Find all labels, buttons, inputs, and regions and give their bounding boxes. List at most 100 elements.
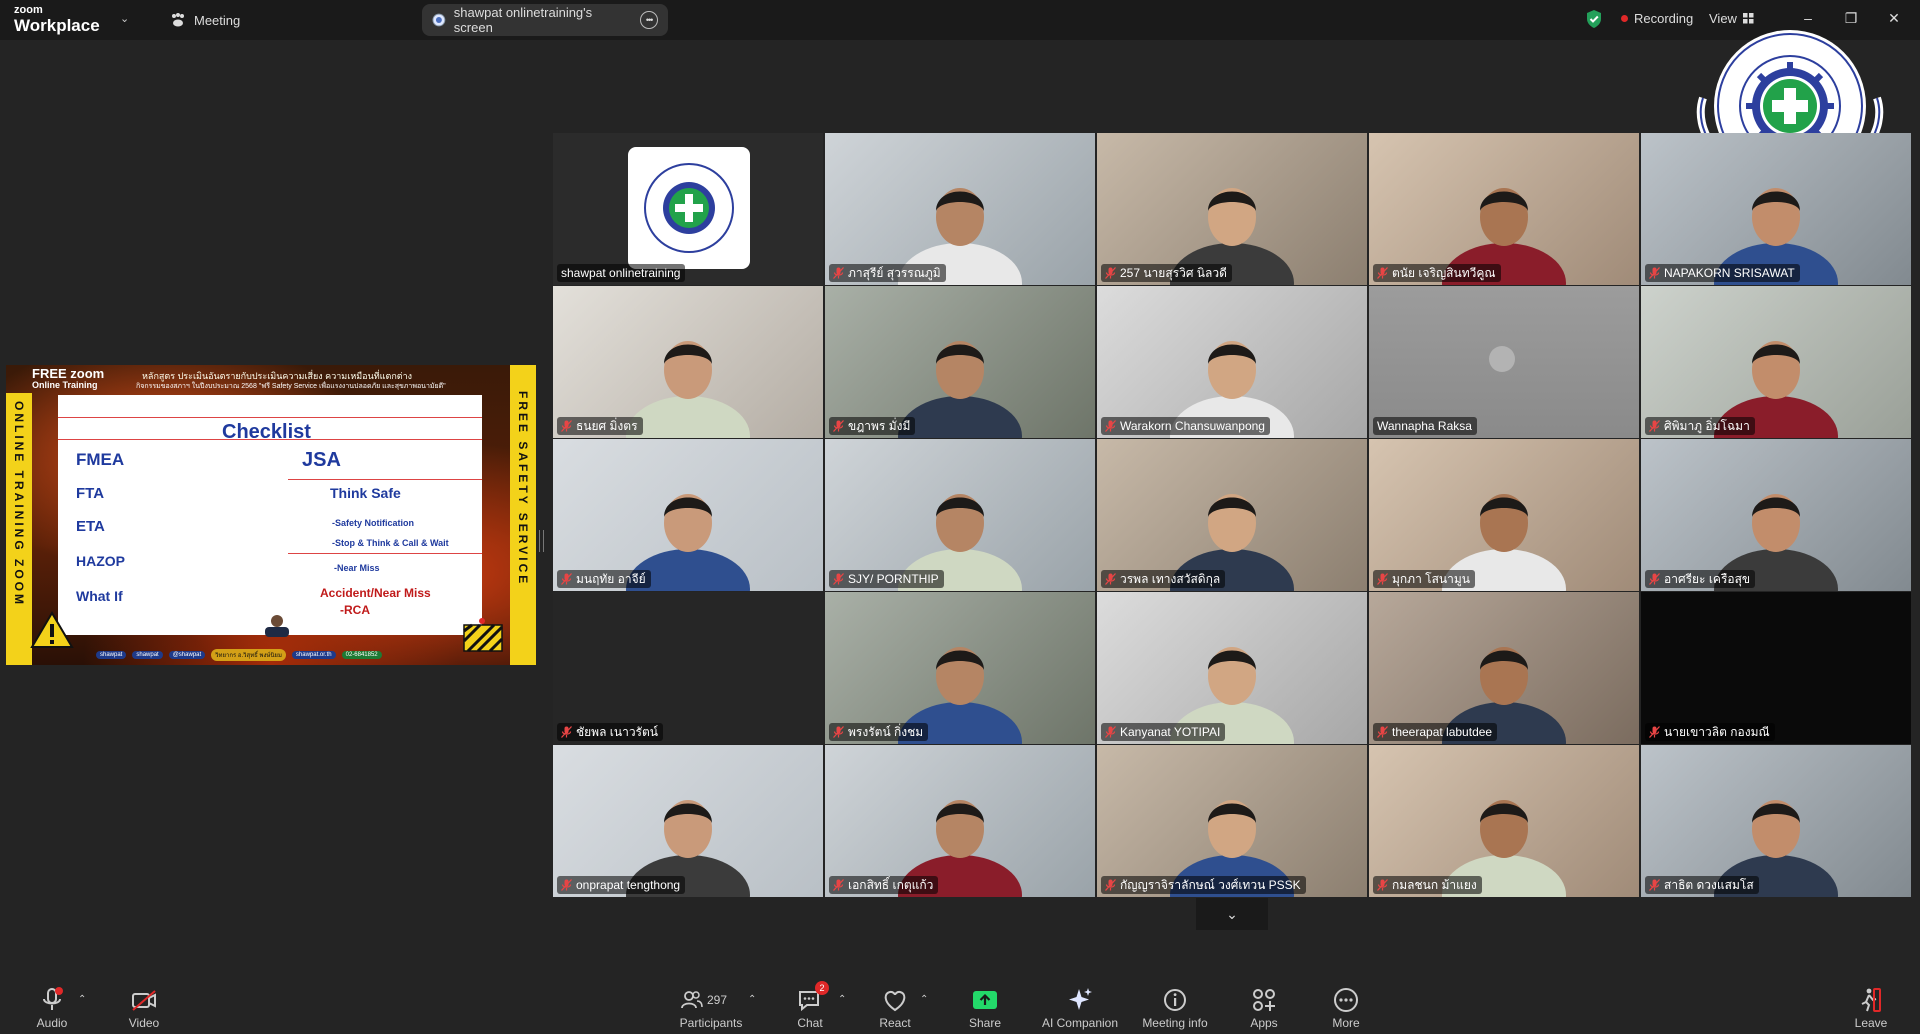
meeting-info-button[interactable]: Meeting info	[1135, 976, 1215, 1034]
participant-tile[interactable]: onprapat tengthong	[553, 745, 823, 897]
splitter-handle[interactable]	[539, 530, 544, 552]
participant-tile[interactable]: Warakorn Chansuwanpong	[1097, 286, 1367, 438]
tab-shared-screen[interactable]: shawpat onlinetraining's screen •••	[422, 4, 668, 36]
board-left-item: What If	[76, 588, 123, 604]
restore-icon[interactable]: ❐	[1843, 10, 1859, 26]
participant-tile[interactable]: พรงรัตน์ กิ่งชม	[825, 592, 1095, 744]
participant-name-label: ศิพิมาภู อิ่มโฉมา	[1645, 417, 1755, 435]
video-feed	[553, 745, 823, 897]
participant-tile[interactable]: วรพล เทางสวัสดิกุล	[1097, 439, 1367, 591]
participant-name: shawpat onlinetraining	[561, 266, 681, 280]
participant-name: onprapat tengthong	[576, 878, 681, 892]
brand-workplace: Workplace	[14, 16, 100, 35]
participant-tile[interactable]: กมลชนก ม้าแยง	[1369, 745, 1639, 897]
more-button[interactable]: More	[1306, 976, 1386, 1034]
react-button[interactable]: React	[855, 976, 935, 1034]
participant-tile[interactable]: Kanyanat YOTIPAI	[1097, 592, 1367, 744]
participant-tile[interactable]: มนฤทัย อาจีย์	[553, 439, 823, 591]
participant-name: Kanyanat YOTIPAI	[1120, 725, 1221, 739]
more-options-icon[interactable]: •••	[640, 11, 658, 29]
collapse-gallery-button[interactable]: ⌄	[1196, 898, 1268, 930]
tab-meeting-label: Meeting	[194, 12, 241, 28]
apps-button[interactable]: Apps	[1224, 976, 1304, 1034]
video-feed	[1369, 286, 1639, 438]
participant-name: พรงรัตน์ กิ่งชม	[848, 724, 924, 739]
microphone-muted-icon	[1377, 573, 1388, 585]
participant-tile[interactable]: ธนยศ มิ่งตร	[553, 286, 823, 438]
participant-tile[interactable]: shawpat onlinetraining	[553, 133, 823, 285]
leave-button[interactable]: Leave	[1831, 976, 1911, 1034]
encryption-shield-icon[interactable]	[1585, 9, 1603, 29]
participant-name: ศิพิมาภู อิ่มโฉมา	[1664, 418, 1750, 433]
minimize-icon[interactable]: –	[1800, 10, 1816, 26]
apps-icon	[1253, 989, 1275, 1011]
video-feed	[1097, 133, 1367, 285]
participants-icon	[681, 991, 703, 1009]
participant-name: Warakorn Chansuwanpong	[1120, 419, 1265, 433]
slide-right-band: FREE SAFETY SERVICE	[510, 365, 536, 665]
participant-tile[interactable]: 257 นายสุรวิศ นิลวดี	[1097, 133, 1367, 285]
participants-options-icon[interactable]: ⌃	[748, 994, 756, 1005]
participant-name: กมลชนก ม้าแยง	[1392, 877, 1477, 892]
board-left-item: ETA	[76, 518, 105, 535]
participant-name: ขฎาพร มั่งมี	[848, 418, 911, 433]
react-options-icon[interactable]: ⌃	[920, 994, 928, 1005]
participant-tile[interactable]: NAPAKORN SRISAWAT	[1641, 133, 1911, 285]
participant-name-label: กัญญราจิราลักษณ์ วงศ์เทวน PSSK	[1101, 876, 1306, 894]
microphone-muted-icon	[1649, 267, 1660, 279]
video-feed	[553, 133, 823, 285]
chat-badge: 2	[815, 981, 829, 995]
participant-tile[interactable]: ภาสุรีย์ สุวรรณภูมิ	[825, 133, 1095, 285]
participant-tile[interactable]: Wannapha Raksa	[1369, 286, 1639, 438]
microphone-muted-icon	[1649, 726, 1660, 738]
video-feed	[1369, 592, 1639, 744]
audio-label: Audio	[36, 1016, 68, 1030]
participant-tile[interactable]: ขฎาพร มั่งมี	[825, 286, 1095, 438]
participant-tile[interactable]: theerapat labutdee	[1369, 592, 1639, 744]
audio-options-icon[interactable]: ⌃	[78, 994, 86, 1005]
video-button[interactable]: Video	[104, 976, 184, 1034]
participant-tile[interactable]: กัญญราจิราลักษณ์ วงศ์เทวน PSSK	[1097, 745, 1367, 897]
view-button[interactable]: View	[1709, 11, 1754, 26]
participant-tile[interactable]: เอกสิทธิ์ เกตุแก้ว	[825, 745, 1095, 897]
participant-tile[interactable]: อาศรียะ เครือสุข	[1641, 439, 1911, 591]
zoom-brand[interactable]: zoom Workplace	[14, 5, 100, 35]
chat-options-icon[interactable]: ⌃	[838, 994, 846, 1005]
tab-meeting[interactable]: Meeting	[170, 9, 240, 31]
participant-name: theerapat labutdee	[1392, 725, 1493, 739]
video-feed	[1369, 745, 1639, 897]
participant-tile[interactable]: นายเขาวลิต กองมณี	[1641, 592, 1911, 744]
audio-button[interactable]: Audio	[12, 976, 92, 1034]
participant-name-label: ธนยศ มิ่งตร	[557, 417, 643, 435]
participant-tile[interactable]: สาธิต ดวงแสมโส	[1641, 745, 1911, 897]
leave-label: Leave	[1854, 1016, 1888, 1030]
slide-footer: shawpat shawpat @shawpat วิทยากร อ.วิสุท…	[96, 648, 382, 662]
recording-indicator[interactable]: Recording	[1621, 11, 1693, 26]
organization-logo-icon	[628, 147, 750, 269]
microphone-muted-icon	[561, 879, 572, 891]
participant-name: เอกสิทธิ์ เกตุแก้ว	[848, 877, 934, 892]
board-rca: -RCA	[340, 603, 370, 617]
info-icon	[1164, 989, 1186, 1011]
participant-name-label: มุกภา โสนามูน	[1373, 570, 1475, 588]
participant-name-label: SJY/ PORNTHIP	[829, 570, 944, 588]
ai-companion-button[interactable]: AI Companion	[1030, 976, 1130, 1034]
participant-tile[interactable]: ศิพิมาภู อิ่มโฉมา	[1641, 286, 1911, 438]
video-off-icon	[132, 990, 156, 1011]
participants-button[interactable]: 297 Participants	[661, 976, 761, 1034]
video-feed	[1641, 439, 1911, 591]
video-feed	[1641, 286, 1911, 438]
participant-name: วรพล เทางสวัสดิกุล	[1120, 571, 1221, 586]
participant-tile[interactable]: มุกภา โสนามูน	[1369, 439, 1639, 591]
chat-button[interactable]: 2 Chat	[770, 976, 850, 1034]
close-icon[interactable]: ✕	[1886, 10, 1902, 26]
participant-tile[interactable]: ชัยพล เนาวรัตน์	[553, 592, 823, 744]
video-feed	[825, 286, 1095, 438]
participant-tile[interactable]: ตนัย เจริญสินทวีคูณ	[1369, 133, 1639, 285]
chevron-down-icon[interactable]: ⌄	[120, 12, 129, 25]
microphone-muted-icon	[1649, 879, 1660, 891]
board-sub-item: -Near Miss	[334, 563, 380, 573]
participant-tile[interactable]: SJY/ PORNTHIP	[825, 439, 1095, 591]
microphone-muted-icon	[1377, 879, 1388, 891]
share-button[interactable]: Share	[945, 976, 1025, 1034]
